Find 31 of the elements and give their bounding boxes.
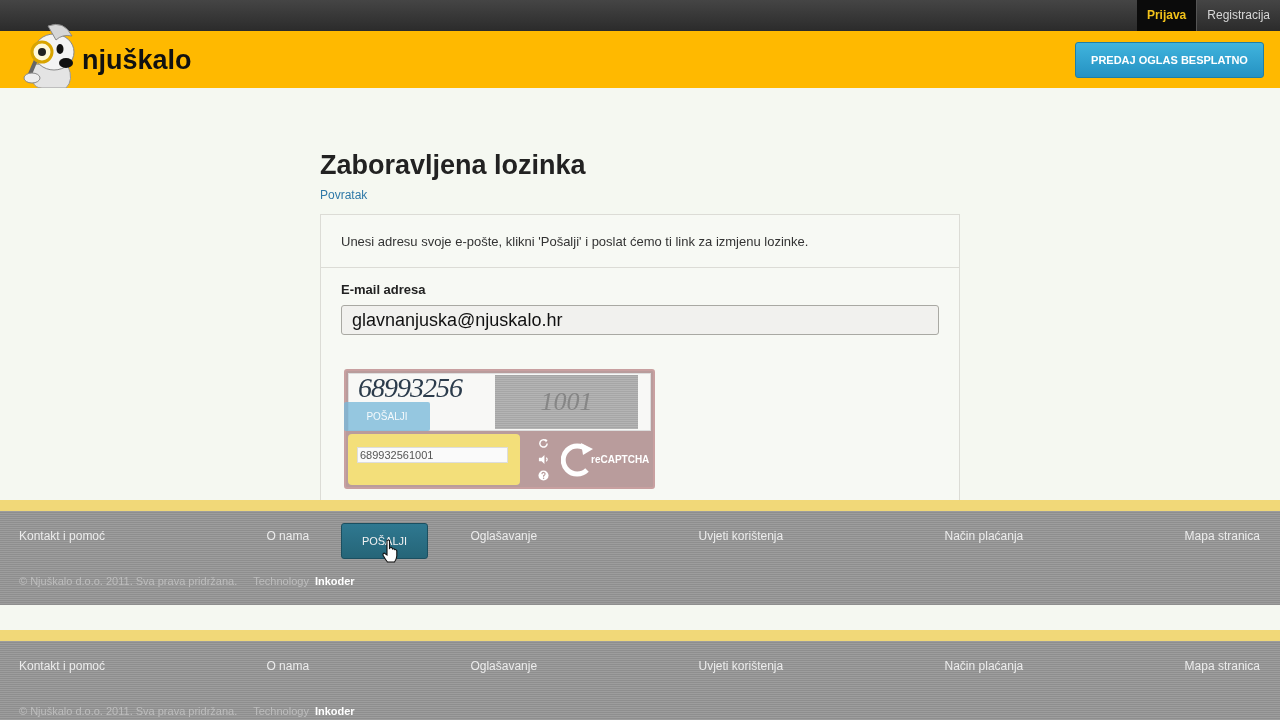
footer-link[interactable]: Kontakt i pomoć — [19, 529, 106, 543]
intro-text: Unesi adresu svoje e-pošte, klikni 'Pošalji' i poslat ćemo ti link za izmjenu lozinke. — [341, 233, 809, 249]
top-nav-link[interactable]: Prijava — [1136, 0, 1197, 31]
send-button[interactable]: POŠALJI — [341, 523, 428, 559]
captcha-word: 68993256 — [358, 375, 462, 401]
credit-link[interactable]: Inkoder — [314, 574, 355, 588]
footer-link[interactable]: Način plaćanja — [944, 529, 1024, 543]
page-title: Zaboravljena lozinka — [320, 149, 586, 182]
email-input[interactable]: glavnanjuska@njuskalo.hr — [341, 305, 939, 335]
footer-link[interactable]: Oglašavanje — [470, 659, 538, 673]
footer-link[interactable]: Oglašavanje — [470, 529, 538, 543]
footer-link[interactable]: Način plaćanja — [944, 659, 1024, 673]
footer-link[interactable]: O nama — [266, 659, 310, 673]
captcha-answer-field[interactable]: 689932561001 — [357, 447, 508, 463]
footer-link[interactable]: Uvjeti korištenja — [698, 659, 784, 673]
footer-link[interactable]: Mapa stranica — [1184, 529, 1260, 543]
footer-link[interactable]: Kontakt i pomoć — [19, 659, 106, 673]
dog-mascot-icon — [20, 21, 78, 88]
footer-link[interactable]: Uvjeti korištenja — [698, 529, 784, 543]
refresh-icon[interactable] — [538, 438, 549, 450]
faded-send-button[interactable]: POŠALJI — [344, 402, 430, 431]
credit-link[interactable]: Inkoder — [314, 704, 355, 718]
post-ad-button[interactable]: PREDAJ OGLAS BESPLATNO — [1075, 41, 1264, 78]
help-icon[interactable] — [538, 469, 549, 481]
footer-link[interactable]: Mapa stranica — [1184, 659, 1260, 673]
back-link[interactable]: Povratak — [320, 188, 368, 202]
recaptcha-brand: reCAPTCHA — [591, 454, 650, 465]
speaker-icon[interactable] — [538, 454, 549, 465]
email-label: E-mail adresa — [341, 282, 426, 298]
logo-text: njuškalo — [82, 44, 192, 75]
footer-link[interactable]: O nama — [266, 529, 310, 543]
